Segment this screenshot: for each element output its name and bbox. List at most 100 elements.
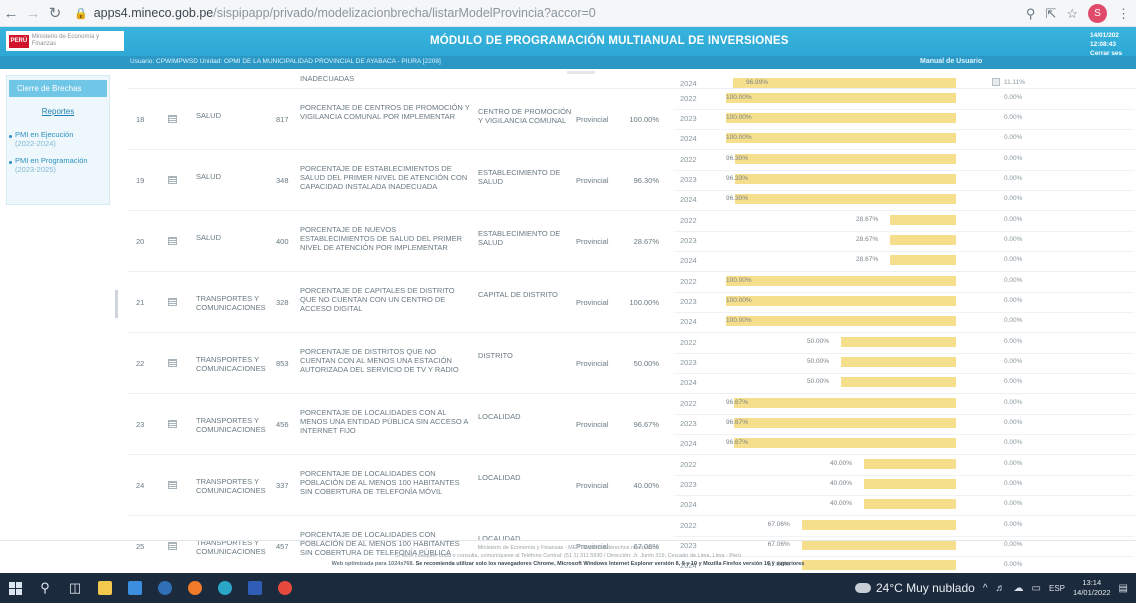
- year-label: 2024: [680, 256, 697, 265]
- gap-bar-fill: [864, 479, 956, 489]
- windows-start-icon[interactable]: [0, 573, 30, 603]
- scrollbar[interactable]: [115, 290, 118, 318]
- gap-bar-label: 96.99%: [746, 79, 769, 86]
- bullet-icon: [9, 161, 12, 164]
- sidebar-item-period: (2022-2024): [15, 139, 56, 148]
- closed-gap-label: 0.00%: [1004, 439, 1023, 446]
- gap-bar: 100.00%: [726, 276, 956, 286]
- closed-gap-label: 0.00%: [1004, 317, 1023, 324]
- page-title: MÓDULO DE PROGRAMACIÓN MULTIANUAL DE INV…: [430, 35, 789, 47]
- unit-type: LOCALIDAD: [478, 534, 521, 543]
- row-detail-icon[interactable]: [168, 359, 177, 367]
- level-label: Provincial: [576, 237, 609, 246]
- level-label: Provincial: [576, 176, 609, 185]
- search-icon[interactable]: ⚲: [30, 573, 60, 603]
- firefox-icon[interactable]: [180, 573, 210, 603]
- gap-bar-label: 96.30%: [726, 155, 749, 162]
- clock[interactable]: 13:14 14/01/2022: [1073, 578, 1111, 598]
- url-host: apps4.mineco.gob.pe: [93, 6, 214, 20]
- user-unit-info: Usuario: CPWIMPWSD Unidad: OPMI DE LA MU…: [130, 58, 441, 65]
- gap-bar-label: 96.33%: [726, 175, 749, 182]
- zoom-icon[interactable]: ⚲: [1026, 6, 1036, 22]
- network-icon[interactable]: ☁: [1014, 583, 1024, 594]
- year-label: 2023: [680, 114, 697, 123]
- session-datetime: 14/01/202 12:08:43 Cerrar ses: [1090, 31, 1134, 58]
- row-detail-icon[interactable]: [168, 176, 177, 184]
- clock-date: 14/01/2022: [1073, 588, 1111, 597]
- edge-icon[interactable]: [210, 573, 240, 603]
- row-number: 23: [136, 420, 145, 429]
- sector-label: TRANSPORTES Y COMUNICACIONES: [196, 294, 266, 312]
- task-view-icon[interactable]: ◫: [60, 573, 90, 603]
- share-icon[interactable]: ⇱: [1045, 6, 1056, 22]
- year-label: 2023: [680, 236, 697, 245]
- year-label: 2023: [680, 480, 697, 489]
- chrome-icon[interactable]: [270, 573, 300, 603]
- closed-gap-label: 0.00%: [1004, 358, 1023, 365]
- language-indicator[interactable]: ESP: [1049, 584, 1065, 593]
- row-detail-icon[interactable]: [168, 115, 177, 123]
- unit-type: DISTRITO: [478, 351, 513, 360]
- notifications-icon[interactable]: ▤: [1119, 583, 1128, 594]
- volume-icon[interactable]: ♬: [996, 583, 1006, 594]
- unit-type: LOCALIDAD: [478, 473, 521, 482]
- row-detail-icon[interactable]: [168, 420, 177, 428]
- windows-taskbar: ⚲ ◫ 24°C Muy nublado ^ ♬ ☁ ▭ ESP 13:14 1…: [0, 573, 1136, 603]
- gap-bar: 96.99%: [726, 78, 956, 88]
- year-divider: [674, 170, 1134, 171]
- gap-bar-fill: [801, 520, 956, 530]
- app-icon[interactable]: [150, 573, 180, 603]
- sector-label: TRANSPORTES Y COMUNICACIONES: [196, 477, 266, 495]
- file-explorer-icon[interactable]: [90, 573, 120, 603]
- year-label: 2024: [680, 500, 697, 509]
- gap-bar-label: 100.00%: [726, 297, 752, 304]
- row-detail-icon[interactable]: [168, 481, 177, 489]
- gap-bar-fill: [726, 296, 956, 306]
- indicator-name: PORCENTAJE DE CENTROS DE PROMOCIÓN Y VIG…: [300, 103, 470, 121]
- display-icon[interactable]: ▭: [1032, 583, 1041, 594]
- user-manual-link[interactable]: Manual de Usuario: [920, 58, 982, 65]
- footer-copyright: Ministerio de Economía y Finanzas - MEF.…: [477, 545, 659, 551]
- star-icon[interactable]: ☆: [1066, 6, 1078, 22]
- sidebar-link-reportes[interactable]: Reportes: [7, 107, 109, 116]
- tray-chevron-icon[interactable]: ^: [983, 583, 988, 594]
- year-label: 2024: [680, 134, 697, 143]
- gap-percent: 100.00%: [629, 298, 659, 307]
- row-detail-icon[interactable]: [168, 237, 177, 245]
- gap-percent: 96.67%: [633, 420, 659, 429]
- word-icon[interactable]: [240, 573, 270, 603]
- profile-avatar[interactable]: S: [1088, 4, 1107, 23]
- level-label: Provincial: [576, 359, 609, 368]
- indicator-code: 456: [276, 420, 289, 429]
- gap-bar: 96.30%: [726, 154, 956, 164]
- row-number: 20: [136, 237, 145, 246]
- year-label: 2023: [680, 358, 697, 367]
- sidebar-item-pmi-programacion[interactable]: PMI en Programación (2023-2025): [7, 156, 109, 174]
- gap-bar: 28.67%: [726, 215, 956, 225]
- year-divider: [674, 190, 1134, 191]
- sidebar-item-pmi-ejecucion[interactable]: PMI en Ejecución (2022-2024): [7, 130, 109, 148]
- gap-bar: 40.00%: [726, 479, 956, 489]
- address-bar[interactable]: 🔒 apps4.mineco.gob.pe /sispipapp/privado…: [74, 6, 596, 20]
- back-arrow-icon[interactable]: ←: [0, 5, 22, 22]
- gap-percent: 40.00%: [633, 481, 659, 490]
- footer-divider: [0, 540, 1136, 541]
- closed-gap-label: 0.00%: [1004, 175, 1023, 182]
- sidebar-item-cierre-brechas[interactable]: Cierre de Brechas: [9, 80, 107, 97]
- gap-bar-fill: [864, 499, 956, 509]
- gap-bar-fill: [890, 255, 956, 265]
- forward-arrow-icon[interactable]: →: [22, 5, 44, 22]
- year-label: 2023: [680, 419, 697, 428]
- level-label: Provincial: [576, 115, 609, 124]
- menu-icon[interactable]: ⋮: [1117, 6, 1130, 22]
- reload-icon[interactable]: ↻: [44, 4, 66, 22]
- row-detail-icon[interactable]: [168, 298, 177, 306]
- unit-type: ESTABLECIMIENTO DE SALUD: [478, 229, 561, 247]
- year-divider: [674, 536, 1134, 537]
- ministry-name: Ministerio de Economía y Finanzas: [31, 34, 100, 47]
- weather-widget[interactable]: 24°C Muy nublado: [854, 581, 975, 595]
- gap-percent: 100.00%: [629, 115, 659, 124]
- indicator-code: 337: [276, 481, 289, 490]
- mail-icon[interactable]: [120, 573, 150, 603]
- footer-note-prefix: Web optimizada para 1024x768.: [331, 561, 416, 567]
